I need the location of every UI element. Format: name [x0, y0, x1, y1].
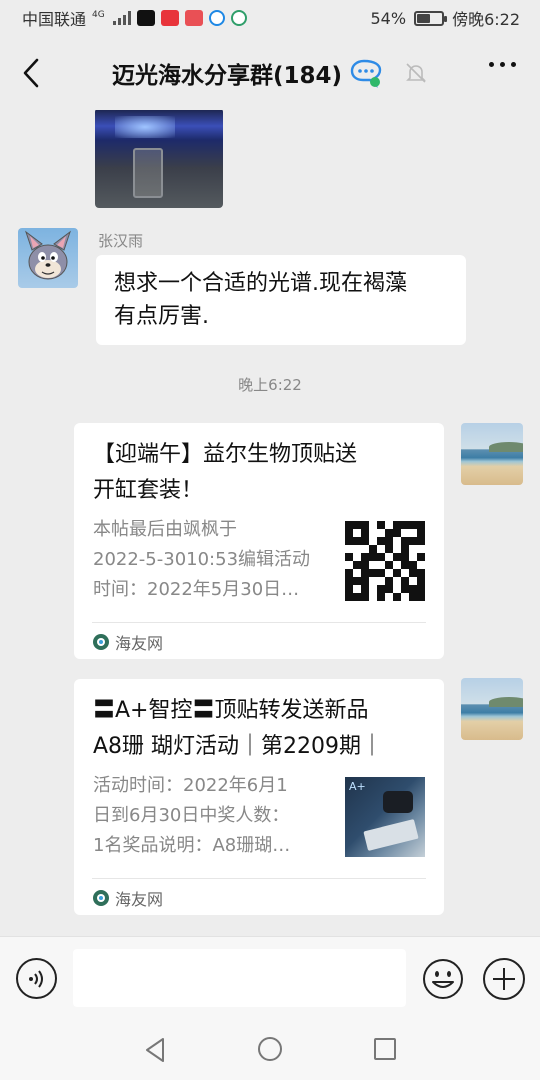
card-description: 活动时间：2022年6月1 日到6月30日中奖人数： 1名奖品说明：A8珊瑚… [93, 771, 333, 861]
nav-recent-icon[interactable] [374, 1038, 396, 1060]
link-card[interactable]: 【迎端午】益尔生物顶贴送 开缸套装！ 本帖最后由飒枫于 2022-5-3010:… [74, 423, 444, 659]
time-divider: 晚上6:22 [238, 376, 302, 394]
card-desc-line: 2022-5-3010:53编辑活动 [93, 549, 311, 570]
bell-muted-icon [406, 63, 426, 83]
emoji-button[interactable] [422, 958, 464, 1000]
product-image: A+ [345, 777, 425, 857]
more-dot [489, 62, 494, 67]
card-title: 【迎端午】益尔生物顶贴送 开缸套装！ [93, 437, 426, 509]
chat-messages[interactable]: 张汉雨 想求一个合适的光谱.现在褐藻 有点厉害. 晚上6:22 【迎端午】益尔生… [0, 110, 540, 936]
card-description: 本帖最后由飒枫于 2022-5-3010:53编辑活动 时间：2022年5月30… [93, 515, 333, 605]
card-desc-line: 时间：2022年5月30日… [93, 579, 300, 600]
qq-app-icon [208, 10, 225, 26]
map-app-icon [230, 10, 247, 26]
sender-name: 张汉雨 [98, 232, 144, 250]
news-app-icon [184, 10, 203, 26]
voice-button[interactable] [16, 958, 57, 999]
card-source: 海友网 [93, 630, 163, 654]
card-source: 海友网 [93, 886, 163, 910]
toutiao-app-icon [160, 10, 179, 26]
source-label: 海友网 [115, 634, 164, 653]
card-title-line: A8珊 瑚灯活动｜第2209期｜ [93, 734, 384, 759]
nav-back-icon[interactable] [143, 1037, 167, 1063]
card-desc-line: 日到6月30日中奖人数： [93, 805, 290, 826]
system-nav-bar [0, 1020, 540, 1080]
card-desc-line: 活动时间：2022年6月1 [93, 775, 288, 796]
card-divider [92, 878, 426, 879]
network-type: 4G [92, 10, 105, 20]
site-logo-icon [93, 634, 109, 650]
more-dot [500, 62, 505, 67]
input-bar [0, 936, 540, 1020]
chat-title[interactable]: 迈光海水分享群(184) [112, 56, 342, 90]
battery-fill [417, 13, 431, 23]
cat-cartoon-icon [25, 230, 71, 280]
plus-button[interactable] [483, 958, 525, 1000]
card-title-line: 【迎端午】益尔生物顶贴送 [93, 442, 358, 467]
chat-header: 迈光海水分享群(184) [0, 36, 540, 110]
card-title-line: 开缸套装！ [93, 478, 204, 503]
group-chat-icon[interactable] [350, 58, 382, 88]
card-divider [92, 622, 426, 623]
status-bar: 中国联通 4G 54% 傍晚6:22 [0, 0, 540, 36]
clock: 傍晚6:22 [452, 10, 520, 29]
battery-icon [414, 10, 448, 26]
battery-percent: 54% [370, 8, 407, 28]
site-logo-icon [93, 890, 109, 906]
carrier-label: 中国联通 [22, 10, 87, 29]
qr-code-image [345, 521, 425, 601]
card-desc-line: 本帖最后由飒枫于 [93, 519, 237, 540]
more-dot [511, 62, 516, 67]
incoming-text-bubble[interactable]: 想求一个合适的光谱.现在褐藻 有点厉害. [96, 255, 466, 345]
nav-home-icon[interactable] [258, 1037, 282, 1061]
message-text-line: 想求一个合适的光谱.现在褐藻 [114, 271, 407, 296]
source-label: 海友网 [115, 890, 164, 909]
message-text-line: 有点厉害. [114, 304, 209, 329]
emoji-icon [423, 959, 463, 999]
more-button[interactable] [489, 62, 516, 67]
my-avatar[interactable] [461, 678, 523, 740]
my-avatar[interactable] [461, 423, 523, 485]
tiktok-app-icon [136, 10, 155, 26]
link-card[interactable]: 〓A+智控〓顶贴转发送新品 A8珊 瑚灯活动｜第2209期｜ 活动时间：2022… [74, 679, 444, 915]
image-message[interactable] [95, 110, 223, 208]
voice-icon [28, 969, 43, 988]
card-title-line: 〓A+智控〓顶贴转发送新品 [93, 698, 369, 723]
signal-icon [112, 11, 131, 25]
card-desc-line: 1名奖品说明：A8珊瑚… [93, 835, 291, 856]
message-input[interactable] [73, 949, 406, 1007]
sender-avatar[interactable] [18, 228, 78, 288]
card-thumbnail: A+ [345, 777, 425, 857]
card-thumbnail-qr [345, 521, 425, 601]
card-title: 〓A+智控〓顶贴转发送新品 A8珊 瑚灯活动｜第2209期｜ [93, 693, 426, 765]
